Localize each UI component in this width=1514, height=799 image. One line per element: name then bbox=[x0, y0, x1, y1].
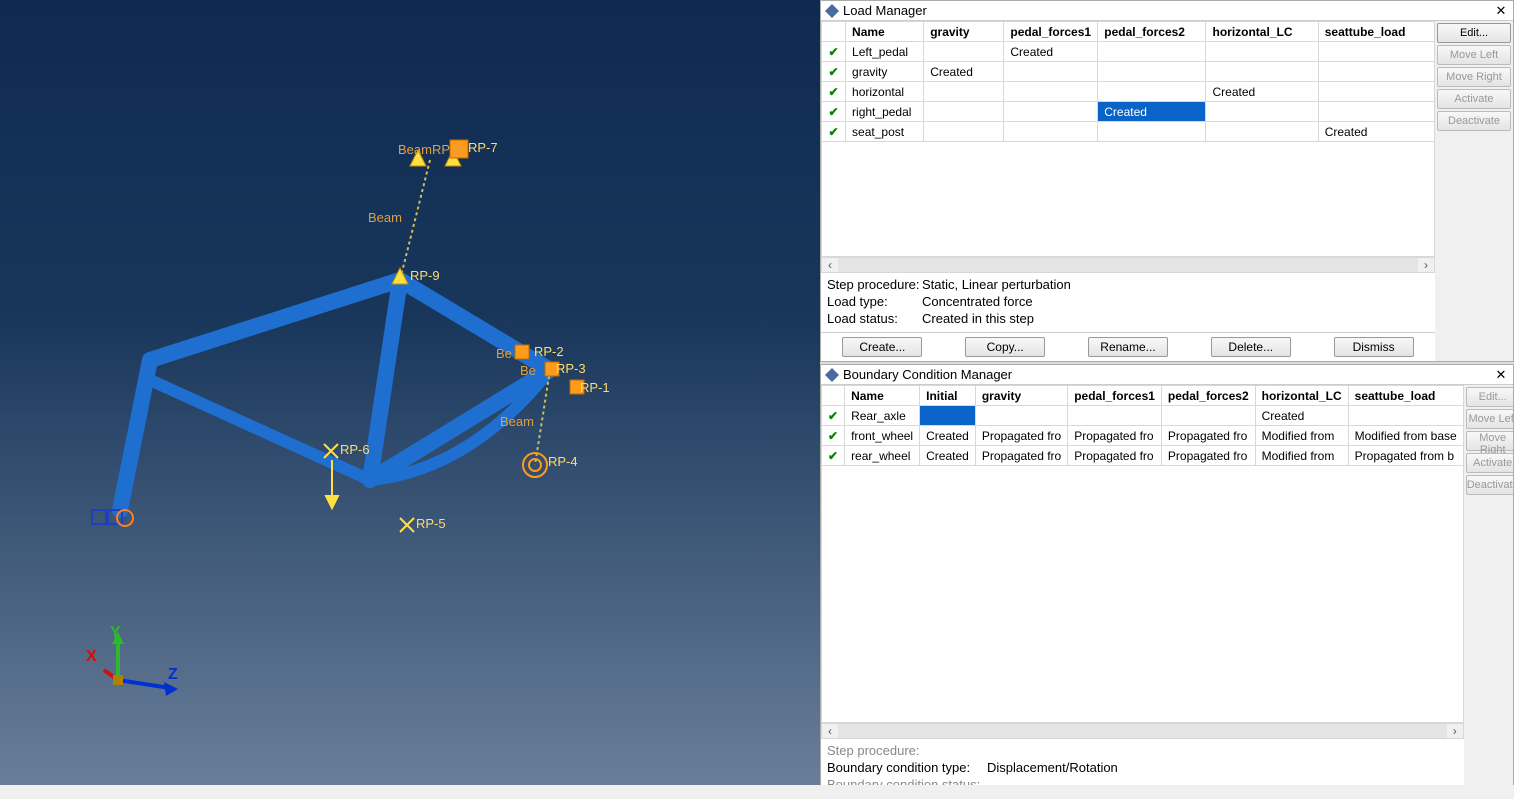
move-right-button[interactable]: Move Right bbox=[1466, 431, 1513, 451]
delete-button[interactable]: Delete... bbox=[1211, 337, 1291, 357]
beam-label-2: Beam bbox=[368, 210, 402, 225]
bc-table-hscroll[interactable]: ‹ › bbox=[821, 723, 1464, 739]
load-side-buttons: Edit... Move Left Move Right Activate De… bbox=[1435, 21, 1513, 361]
create-button[interactable]: Create... bbox=[842, 337, 922, 357]
dismiss-button[interactable]: Dismiss bbox=[1334, 337, 1414, 357]
load-buttons: Create... Copy... Rename... Delete... Di… bbox=[821, 332, 1435, 361]
table-row[interactable]: ✔Left_pedalCreated bbox=[822, 42, 1435, 62]
close-icon[interactable]: ✕ bbox=[1493, 367, 1509, 383]
load-manager-panel: Load Manager ✕ Name gravity pedal_f bbox=[820, 0, 1514, 362]
rp1-label: RP-1 bbox=[580, 380, 610, 395]
scroll-right-icon[interactable]: › bbox=[1418, 258, 1434, 272]
bc-side-buttons: Edit... Move Left Move Right Activate De… bbox=[1464, 385, 1513, 798]
table-row[interactable]: ✔horizontalCreated bbox=[822, 82, 1435, 102]
edit-button[interactable]: Edit... bbox=[1437, 23, 1511, 43]
col-name[interactable]: Name bbox=[845, 386, 920, 406]
load-info: Step procedure:Static, Linear perturbati… bbox=[821, 273, 1435, 332]
move-left-button[interactable]: Move Left bbox=[1466, 409, 1513, 429]
be-label-1: Be bbox=[496, 346, 512, 361]
table-row[interactable]: ✔Rear_axleCreated bbox=[822, 406, 1464, 426]
col-pf1[interactable]: pedal_forces1 bbox=[1004, 22, 1098, 42]
col-pf1[interactable]: pedal_forces1 bbox=[1068, 386, 1162, 406]
move-left-button[interactable]: Move Left bbox=[1437, 45, 1511, 65]
table-row[interactable]: ✔right_pedalCreated bbox=[822, 102, 1435, 122]
load-table[interactable]: Name gravity pedal_forces1 pedal_forces2… bbox=[821, 21, 1435, 142]
axis-triad: Y X Z bbox=[96, 630, 196, 710]
y-axis-label: Y bbox=[110, 624, 121, 642]
bc-manager-titlebar[interactable]: Boundary Condition Manager ✕ bbox=[821, 365, 1513, 385]
scroll-right-icon[interactable]: › bbox=[1447, 724, 1463, 738]
viewport-3d[interactable]: BeamRP-8 RP-7 Beam RP-9 Be RP-2 Be RP-3 … bbox=[0, 0, 820, 785]
rp7-label: RP-7 bbox=[468, 140, 498, 155]
col-stl[interactable]: seattube_load bbox=[1348, 386, 1463, 406]
deactivate-button[interactable]: Deactivate bbox=[1466, 475, 1513, 495]
x-axis-label: X bbox=[86, 648, 97, 666]
rp2-label: RP-2 bbox=[534, 344, 564, 359]
move-right-button[interactable]: Move Right bbox=[1437, 67, 1511, 87]
rp4-label: RP-4 bbox=[548, 454, 578, 469]
col-initial[interactable]: Initial bbox=[920, 386, 976, 406]
col-hlc[interactable]: horizontal_LC bbox=[1255, 386, 1348, 406]
bottom-bar bbox=[0, 785, 1514, 799]
beam-label-3: Beam bbox=[500, 414, 534, 429]
bc-table[interactable]: Name Initial gravity pedal_forces1 pedal… bbox=[821, 385, 1464, 466]
col-gravity[interactable]: gravity bbox=[975, 386, 1067, 406]
rp6-label: RP-6 bbox=[340, 442, 370, 457]
close-icon[interactable]: ✕ bbox=[1493, 3, 1509, 19]
bc-manager-panel: Boundary Condition Manager ✕ Name In bbox=[820, 364, 1514, 799]
activate-button[interactable]: Activate bbox=[1466, 453, 1513, 473]
bc-manager-title: Boundary Condition Manager bbox=[843, 367, 1012, 382]
table-row[interactable]: ✔gravityCreated bbox=[822, 62, 1435, 82]
table-row[interactable]: ✔seat_postCreated bbox=[822, 122, 1435, 142]
deactivate-button[interactable]: Deactivate bbox=[1437, 111, 1511, 131]
rp9-label: RP-9 bbox=[410, 268, 440, 283]
col-name[interactable]: Name bbox=[846, 22, 924, 42]
beam-label: BeamRP-8 bbox=[398, 142, 462, 157]
scroll-left-icon[interactable]: ‹ bbox=[822, 724, 838, 738]
be-label-2: Be bbox=[520, 363, 536, 378]
rp3-label: RP-3 bbox=[556, 361, 586, 376]
load-manager-title: Load Manager bbox=[843, 3, 927, 18]
z-axis-label: Z bbox=[168, 666, 178, 684]
col-hlc[interactable]: horizontal_LC bbox=[1206, 22, 1318, 42]
scroll-left-icon[interactable]: ‹ bbox=[822, 258, 838, 272]
load-manager-titlebar[interactable]: Load Manager ✕ bbox=[821, 1, 1513, 21]
app-icon bbox=[825, 368, 839, 382]
load-table-hscroll[interactable]: ‹ › bbox=[821, 257, 1435, 273]
col-pf2[interactable]: pedal_forces2 bbox=[1161, 386, 1255, 406]
col-gravity[interactable]: gravity bbox=[924, 22, 1004, 42]
col-pf2[interactable]: pedal_forces2 bbox=[1098, 22, 1206, 42]
copy-button[interactable]: Copy... bbox=[965, 337, 1045, 357]
edit-button[interactable]: Edit... bbox=[1466, 387, 1513, 407]
table-row[interactable]: ✔front_wheelCreatedPropagated froPropaga… bbox=[822, 426, 1464, 446]
col-stl[interactable]: seattube_load bbox=[1318, 22, 1434, 42]
activate-button[interactable]: Activate bbox=[1437, 89, 1511, 109]
rp5-label: RP-5 bbox=[416, 516, 446, 531]
rename-button[interactable]: Rename... bbox=[1088, 337, 1168, 357]
table-row[interactable]: ✔rear_wheelCreatedPropagated froPropagat… bbox=[822, 446, 1464, 466]
app-icon bbox=[825, 4, 839, 18]
